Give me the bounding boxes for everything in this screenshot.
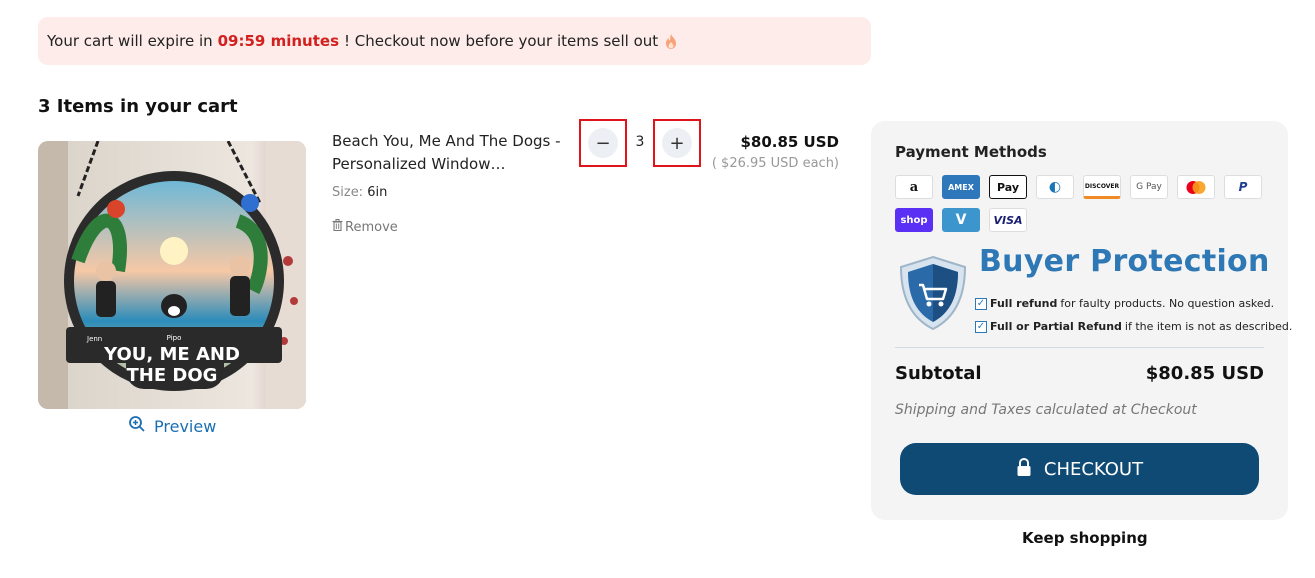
buyer-protection-title: Buyer Protection — [979, 244, 1270, 279]
payment-methods-title: Payment Methods — [895, 143, 1047, 161]
lock-icon — [1016, 457, 1032, 482]
buyer-protection-line-1: ✓ Full refund for faulty products. No qu… — [975, 297, 1274, 310]
item-total-price: $80.85 USD — [740, 133, 839, 151]
summary-divider — [895, 347, 1264, 348]
subtotal-label: Subtotal — [895, 363, 982, 384]
protection-line2-text: if the item is not as described. — [1124, 320, 1293, 333]
protection-line2-bold: Full or Partial Refund — [990, 320, 1122, 333]
mastercard-icon — [1177, 175, 1215, 199]
banner-suffix-text: ! Checkout now before your items sell ou… — [344, 32, 659, 50]
checkbox-checked-icon: ✓ — [975, 320, 987, 333]
preview-label: Preview — [154, 416, 217, 436]
quantity-increase-button[interactable]: + — [653, 119, 701, 167]
checkout-button[interactable]: CHECKOUT — [900, 443, 1259, 495]
image-name-right: Pipo — [167, 334, 182, 342]
google-pay-icon: G Pay — [1130, 175, 1168, 199]
preview-button[interactable]: Preview — [128, 415, 216, 437]
order-summary-panel: Payment Methods a AMEX Pay ◐ DISCOVER G … — [871, 121, 1292, 520]
payment-methods-list: a AMEX Pay ◐ DISCOVER G Pay P shop V VIS… — [895, 175, 1275, 232]
remove-label: Remove — [345, 219, 398, 235]
remove-button[interactable]: Remove — [332, 219, 398, 235]
shipping-note: Shipping and Taxes calculated at Checkou… — [895, 402, 1197, 418]
item-size: Size: 6in — [332, 185, 387, 200]
quantity-value[interactable]: 3 — [628, 134, 652, 150]
apple-pay-icon: Pay — [989, 175, 1027, 199]
fire-icon — [664, 33, 678, 50]
diners-club-icon: ◐ — [1036, 175, 1074, 199]
image-headline-1: YOU, ME AND — [103, 344, 240, 365]
trash-icon — [332, 219, 343, 235]
amex-icon: AMEX — [942, 175, 980, 199]
zoom-in-icon — [128, 415, 146, 437]
quantity-decrease-button[interactable]: − — [579, 119, 627, 167]
venmo-icon: V — [942, 208, 980, 232]
minus-icon: − — [588, 128, 618, 158]
visa-icon: VISA — [989, 208, 1027, 232]
item-unit-price: ( $26.95 USD each) — [711, 156, 839, 171]
image-headline-2: THE DOG — [127, 365, 218, 386]
shop-pay-icon: shop — [895, 208, 933, 232]
cart-title: 3 Items in your cart — [38, 96, 238, 117]
amazon-pay-icon: a — [895, 175, 933, 199]
checkout-label: CHECKOUT — [1043, 458, 1144, 480]
subtotal-value: $80.85 USD — [1145, 363, 1264, 384]
product-title-link[interactable]: Beach You, Me And The Dogs - Personalize… — [332, 130, 572, 176]
paypal-icon: P — [1224, 175, 1262, 199]
plus-icon: + — [662, 128, 692, 158]
cart-timer: 09:59 minutes — [217, 32, 339, 50]
size-value: 6in — [367, 185, 388, 200]
image-name-left: Jenn — [86, 335, 102, 343]
cart-expiry-banner: Your cart will expire in 09:59 minutes !… — [38, 17, 871, 65]
keep-shopping-link[interactable]: Keep shopping — [1022, 529, 1148, 547]
product-image[interactable]: Jenn Pipo YOU, ME AND THE DOG — [38, 141, 306, 409]
size-label: Size: — [332, 185, 364, 200]
protection-line1-bold: Full refund — [990, 297, 1058, 310]
banner-prefix-text: Your cart will expire in — [47, 32, 213, 50]
checkbox-checked-icon: ✓ — [975, 297, 987, 310]
discover-icon: DISCOVER — [1083, 175, 1121, 199]
shield-cart-icon — [897, 255, 969, 335]
buyer-protection-line-2: ✓ Full or Partial Refund if the item is … — [975, 320, 1292, 333]
protection-line1-text: for faulty products. No question asked. — [1060, 297, 1275, 310]
